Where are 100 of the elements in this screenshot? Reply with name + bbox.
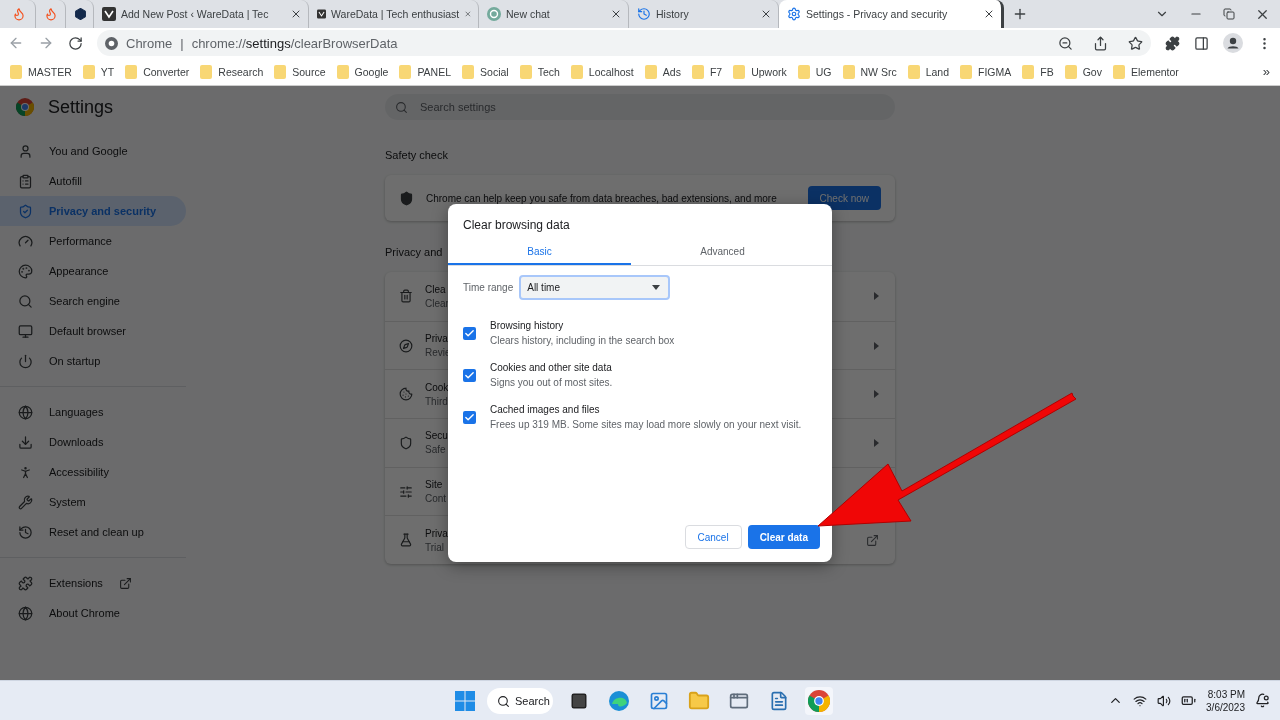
zoom-out-icon[interactable]: [1058, 35, 1073, 51]
more-bookmarks[interactable]: »: [1262, 64, 1270, 79]
reload-icon[interactable]: [68, 35, 83, 51]
checkbox[interactable]: [463, 368, 476, 382]
sidebar-item[interactable]: About Chrome: [0, 598, 186, 628]
restore-icon[interactable]: [1223, 8, 1235, 20]
browser-tab[interactable]: Settings - Privacy and security: [779, 0, 1004, 28]
taskbar-search[interactable]: Search: [487, 688, 553, 714]
sidebar-item[interactable]: Languages: [0, 397, 186, 427]
row-title: Site: [425, 479, 444, 491]
gear-icon: [787, 7, 801, 21]
dialog-title: Clear browsing data: [462, 217, 571, 234]
row-subtitle: Safe: [425, 444, 447, 456]
row-title: Secu: [425, 430, 448, 442]
bookmark[interactable]: Social: [462, 64, 509, 79]
clipboard-icon: [18, 173, 33, 189]
bookmark[interactable]: Source: [274, 64, 326, 79]
side-panel-icon[interactable]: [1194, 35, 1209, 51]
bookmark[interactable]: Google: [336, 64, 389, 79]
sidebar-item[interactable]: Appearance: [0, 256, 186, 286]
person-icon: [18, 464, 33, 480]
bookmark[interactable]: MASTER: [10, 64, 72, 79]
safety-check-text: Chrome can help keep you safe from data breaches, bad extensions, and more: [426, 192, 777, 204]
external-link-icon: [866, 533, 879, 547]
history-icon: [637, 7, 651, 21]
bell-icon[interactable]: [1255, 693, 1270, 708]
speaker-icon[interactable]: [1157, 693, 1172, 708]
clock-date: 3/6/2023: [1206, 701, 1245, 713]
flask-icon: [399, 533, 413, 548]
option-description: Frees up 319 MB. Some sites may load more slowly on your next visit.: [490, 419, 802, 430]
bookmark[interactable]: Research: [200, 64, 264, 79]
clear-data-button[interactable]: Clear data: [747, 525, 820, 549]
folder-icon: [462, 64, 475, 79]
sidebar-item[interactable]: Reset and clean up: [0, 517, 186, 547]
shield-icon: [399, 190, 414, 206]
battery-icon[interactable]: [1181, 693, 1197, 708]
bookmark[interactable]: Elementor: [1112, 64, 1179, 79]
folder-icon: [336, 64, 349, 79]
bookmark[interactable]: Converter: [125, 64, 190, 79]
folder-icon: [907, 64, 920, 79]
close-icon[interactable]: [610, 8, 622, 20]
bookmark[interactable]: FB: [1022, 64, 1054, 79]
row-subtitle: Trial: [425, 541, 446, 553]
bookmark[interactable]: F7: [691, 64, 723, 79]
share-icon[interactable]: [1093, 35, 1108, 51]
sidebar-item[interactable]: Performance: [0, 226, 186, 256]
new-tab-icon[interactable]: [1012, 6, 1028, 22]
folder-icon: [519, 64, 532, 79]
folder-icon: [842, 64, 855, 79]
history-icon: [18, 524, 33, 540]
checkbox[interactable]: [463, 410, 476, 424]
wifi-icon[interactable]: [1133, 693, 1148, 708]
back-icon[interactable]: [8, 35, 24, 51]
dialog-tab[interactable]: Basic: [448, 240, 631, 265]
bookmark[interactable]: PANEL: [399, 64, 452, 79]
sidebar-item[interactable]: Downloads: [0, 427, 186, 457]
cancel-button[interactable]: Cancel: [684, 525, 742, 549]
folder-icon: [960, 64, 973, 79]
bookmark[interactable]: FIGMA: [960, 64, 1012, 79]
close-icon[interactable]: [290, 8, 302, 20]
bookmark[interactable]: YT: [82, 64, 115, 79]
globe-icon: [18, 404, 33, 420]
sidebar-item[interactable]: Accessibility: [0, 457, 186, 487]
sidebar-item[interactable]: Default browser: [0, 316, 186, 346]
sidebar-item[interactable]: Extensions: [0, 568, 186, 598]
wrench-icon: [18, 494, 33, 510]
folder-icon: [1112, 64, 1125, 79]
time-range-select[interactable]: All time: [519, 275, 671, 300]
sidebar-item[interactable]: You and Google: [0, 136, 186, 166]
star-icon[interactable]: [1128, 35, 1143, 51]
address-bar[interactable]: Chrome | chrome://settings/clearBrowserData: [97, 30, 1151, 56]
bookmark[interactable]: Ads: [644, 64, 681, 79]
page-title: Settings: [48, 96, 114, 118]
sidebar-item[interactable]: System: [0, 487, 186, 517]
bookmark[interactable]: NW Src: [842, 64, 897, 79]
hexagon-icon: [74, 7, 87, 21]
site-label: Chrome: [126, 35, 173, 51]
dialog-tab[interactable]: Advanced: [631, 240, 814, 265]
sidebar-item[interactable]: Autofill: [0, 166, 186, 196]
folder-icon: [797, 64, 810, 79]
puzzle-icon: [18, 575, 33, 591]
bookmark[interactable]: UG: [797, 64, 832, 79]
bookmark[interactable]: Localhost: [570, 64, 634, 79]
row-title: Cook: [425, 381, 449, 393]
bookmark[interactable]: Gov: [1064, 64, 1102, 79]
cookie-icon: [399, 387, 413, 402]
avatar-icon[interactable]: [1223, 33, 1243, 53]
bookmark[interactable]: Upwork: [733, 64, 787, 79]
folder-icon: [1064, 64, 1077, 79]
checkbox[interactable]: [463, 326, 476, 340]
close-icon[interactable]: [983, 8, 995, 20]
caret-icon: [874, 390, 879, 399]
puzzle-icon[interactable]: [1165, 35, 1180, 51]
close-icon[interactable]: [760, 8, 772, 20]
sidebar-item[interactable]: Search engine: [0, 286, 186, 316]
monitor-icon: [18, 323, 33, 339]
bookmark[interactable]: Tech: [519, 64, 560, 79]
sidebar-item[interactable]: On startup: [0, 346, 186, 376]
person-icon: [18, 143, 33, 159]
bookmark[interactable]: Land: [907, 64, 950, 79]
